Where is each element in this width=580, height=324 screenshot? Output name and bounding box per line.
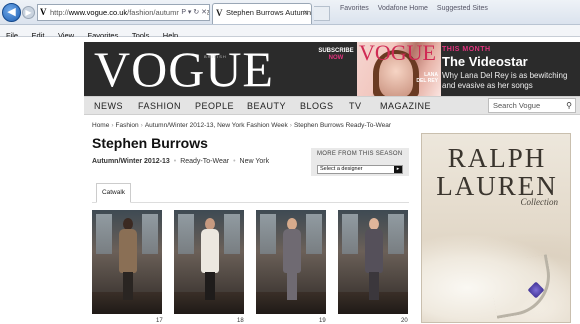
menu-bar: File Edit View Favorites Tools Help (0, 25, 580, 40)
model-legs (369, 272, 379, 300)
search-icon[interactable]: ⚲ (566, 99, 572, 112)
favorites-bar: Favorites Vodafone Home Suggested Sites (340, 5, 495, 12)
designer-select[interactable]: Select a designer ▸ (317, 165, 403, 174)
meta-separator: • (233, 158, 236, 165)
address-prefix: http:// (50, 8, 69, 17)
model-figure (283, 218, 301, 302)
edition-label: BRITISH (204, 54, 227, 59)
thumbnail-window (388, 214, 404, 254)
new-tab-button[interactable] (314, 6, 330, 21)
nav-blogs[interactable]: BLOGS (300, 97, 334, 115)
category-label[interactable]: Ready-To-Wear (180, 158, 229, 165)
browser-chrome: ◀ ▶ V http://www.vogue.co.uk/fashion/aut… (0, 0, 580, 40)
designer-select-label: Select a designer (320, 166, 363, 172)
catwalk-thumbnail[interactable] (174, 210, 244, 314)
ad-brand-line1: RALPH (447, 143, 547, 173)
address-actions-icon[interactable]: P ▾ ↻ ✕ (179, 5, 207, 20)
model-outfit (283, 229, 301, 273)
web-page: VOGUE BRITISH SUBSCRIBE NOW VOGUE LANA D… (0, 37, 580, 324)
breadcrumb-separator: › (289, 122, 292, 129)
subscribe-now-label: NOW (328, 55, 344, 61)
favorites-bar-item[interactable]: Suggested Sites (437, 5, 488, 12)
nav-tv[interactable]: TV (349, 97, 362, 115)
nav-magazine[interactable]: MAGAZINE (380, 97, 431, 115)
season-label[interactable]: Autumn/Winter 2012-13 (92, 158, 170, 165)
catwalk-thumbnail[interactable] (256, 210, 326, 314)
catwalk-thumbnail[interactable] (338, 210, 408, 314)
nav-fashion[interactable]: FASHION (138, 97, 181, 115)
breadcrumb-fashion[interactable]: Fashion (116, 122, 139, 129)
magazine-cover-image[interactable]: VOGUE LANA DEL REY (357, 42, 441, 97)
browser-tab-active[interactable]: V Stephen Burrows Autumn/... × (212, 3, 312, 24)
model-legs (205, 272, 215, 300)
ad-brand: RALPH LAUREN (422, 143, 570, 201)
ad-collection: Collection (520, 197, 559, 207)
nav-news[interactable]: NEWS (94, 97, 123, 115)
search-input[interactable]: Search Vogue ⚲ (488, 98, 576, 113)
nav-people[interactable]: PEOPLE (195, 97, 234, 115)
breadcrumb-current: Stephen Burrows Ready-To-Wear (293, 122, 391, 129)
breadcrumb: Home › Fashion › Autumn/Winter 2012-13, New … (92, 122, 391, 129)
dropdown-arrow-icon: ▸ (394, 166, 402, 173)
model-outfit (119, 229, 137, 273)
breadcrumb-separator: › (140, 122, 143, 129)
main-nav: NEWS FASHION PEOPLE BEAUTY BLOGS TV MAGA… (84, 96, 580, 115)
thumbnail-window (260, 214, 276, 254)
thumbnail-window (306, 214, 322, 254)
thumbnail-window (96, 214, 112, 254)
thumbnail-number: 20 (401, 318, 408, 324)
model-outfit (201, 229, 219, 273)
nav-beauty[interactable]: BEAUTY (247, 97, 286, 115)
vogue-favicon-icon: V (40, 7, 47, 17)
promo-eyebrow: THIS MONTH (442, 46, 491, 53)
subscribe-button[interactable]: SUBSCRIBE NOW (318, 48, 354, 62)
vogue-logo[interactable]: VOGUE (94, 44, 274, 94)
tab-favicon-icon: V (216, 8, 223, 18)
ad-brand-line2: LAUREN (436, 171, 558, 201)
meta-separator: • (173, 158, 177, 165)
favorites-bar-item[interactable]: Vodafone Home (378, 5, 428, 12)
ralph-lauren-advert[interactable]: RALPH LAUREN Collection (421, 133, 571, 323)
model-legs (123, 272, 133, 300)
catwalk-thumbnail[interactable] (92, 210, 162, 314)
search-placeholder: Search Vogue (493, 101, 541, 110)
this-month-promo[interactable]: THIS MONTH The Videostar Why Lana Del Re… (442, 46, 576, 91)
more-from-season: MORE FROM THIS SEASON Select a designer … (311, 148, 409, 176)
promo-dek: Why Lana Del Rey is as bewitching and ev… (442, 71, 568, 90)
breadcrumb-separator: › (111, 122, 114, 129)
favorites-bar-item[interactable]: Favorites (340, 5, 369, 12)
tab-close-icon[interactable]: × (303, 4, 308, 22)
thumbnail-window (342, 214, 358, 254)
thumbnail-number: 19 (319, 318, 326, 324)
tab-catwalk[interactable]: Catwalk (96, 183, 131, 203)
page-title: Stephen Burrows (92, 135, 208, 151)
tabs-divider (92, 202, 409, 203)
breadcrumb-season[interactable]: Autumn/Winter 2012-13, New York Fashion … (145, 122, 288, 129)
thumbnail-number: 18 (237, 318, 244, 324)
cover-text: LANA DEL REY (416, 72, 438, 84)
cover-masthead: VOGUE (359, 42, 436, 65)
address-bar[interactable]: V http://www.vogue.co.uk/fashion/autumn-… (37, 4, 210, 21)
city-label[interactable]: New York (240, 158, 270, 165)
address-row: ◀ ▶ V http://www.vogue.co.uk/fashion/aut… (0, 0, 580, 25)
back-button[interactable]: ◀ (2, 3, 21, 22)
masthead: VOGUE BRITISH SUBSCRIBE NOW VOGUE LANA D… (84, 42, 580, 97)
more-from-season-title: MORE FROM THIS SEASON (317, 151, 403, 157)
model-outfit (365, 229, 383, 273)
thumbnail-window (178, 214, 194, 254)
thumbnail-number: 17 (156, 318, 163, 324)
model-figure (119, 218, 137, 302)
collection-meta: Autumn/Winter 2012-13 • Ready-To-Wear • New … (92, 158, 269, 165)
promo-headline: The Videostar (442, 54, 528, 69)
tab-title: Stephen Burrows Autumn/... (226, 8, 312, 17)
forward-button[interactable]: ▶ (22, 6, 35, 19)
subscribe-label: SUBSCRIBE (318, 48, 354, 54)
model-figure (365, 218, 383, 302)
address-domain: www.vogue.co.uk (68, 8, 128, 17)
thumbnail-window (224, 214, 240, 254)
thumbnail-window (142, 214, 158, 254)
breadcrumb-home[interactable]: Home (92, 122, 109, 129)
model-legs (287, 272, 297, 300)
model-figure (201, 218, 219, 302)
